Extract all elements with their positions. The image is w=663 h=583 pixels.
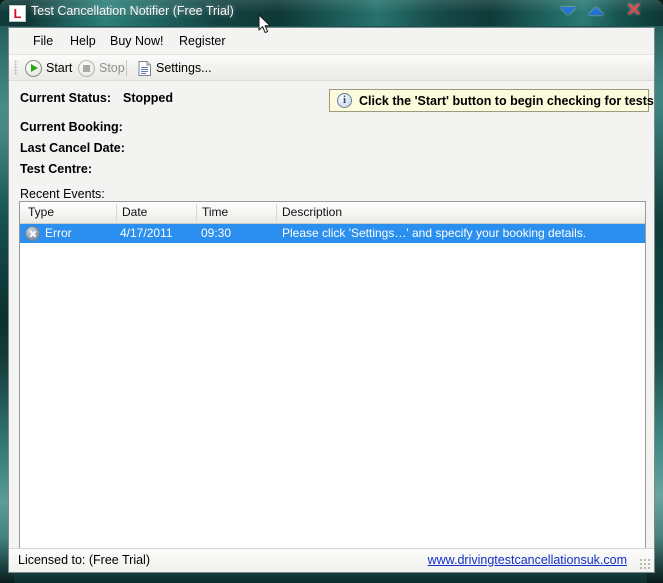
column-header-time[interactable]: Time: [202, 205, 228, 219]
column-divider-2[interactable]: [196, 204, 197, 221]
column-header-description[interactable]: Description: [282, 205, 342, 219]
resize-grip[interactable]: [639, 558, 650, 569]
recent-events-section-label: Recent Events:: [20, 187, 105, 201]
cell-time: 09:30: [201, 226, 232, 240]
client-area: File Help Buy Now! Register Start Stop S…: [8, 27, 655, 573]
maximize-button[interactable]: [581, 0, 611, 21]
status-bar: Licensed to: (Free Trial) www.drivingtes…: [9, 548, 654, 572]
close-x-icon: ✕: [626, 0, 642, 21]
label-test-centre: Test Centre:: [20, 162, 93, 176]
info-banner-text: Click the 'Start' button to begin checki…: [359, 93, 655, 108]
toolbar-grip-handle[interactable]: [14, 60, 18, 75]
application-window: L Test Cancellation Notifier (Free Trial…: [0, 0, 663, 583]
minimize-button[interactable]: [553, 0, 583, 21]
window-title: Test Cancellation Notifier (Free Trial): [31, 4, 234, 18]
stop-button: Stop: [75, 58, 128, 78]
label-last-cancel-date: Last Cancel Date:: [20, 141, 125, 155]
recent-events-list[interactable]: Type Date Time Description Error 4/17/20…: [19, 201, 646, 550]
column-divider-1[interactable]: [116, 204, 117, 221]
error-icon: [25, 226, 40, 241]
list-column-headers: Type Date Time Description: [20, 202, 645, 224]
menu-item-help[interactable]: Help: [66, 33, 100, 49]
table-row[interactable]: Error 4/17/2011 09:30 Please click 'Sett…: [20, 224, 645, 243]
info-banner: i Click the 'Start' button to begin chec…: [329, 89, 654, 112]
stop-button-label: Stop: [99, 61, 125, 75]
menu-item-register[interactable]: Register: [175, 33, 230, 49]
cell-description: Please click 'Settings…' and specify you…: [282, 226, 587, 240]
play-icon: [25, 59, 42, 77]
info-icon: i: [337, 93, 352, 108]
title-bar[interactable]: L Test Cancellation Notifier (Free Trial…: [0, 0, 663, 26]
toolbar-separator: [126, 60, 127, 76]
label-current-status: Current Status:: [20, 91, 111, 105]
menu-bar: File Help Buy Now! Register: [9, 28, 654, 55]
toolbar: Start Stop Settings...: [9, 55, 654, 81]
label-current-booking: Current Booking:: [20, 120, 123, 134]
triangle-down-icon: [560, 6, 576, 15]
triangle-up-icon: [588, 6, 604, 15]
start-button[interactable]: Start: [22, 58, 75, 78]
column-header-date[interactable]: Date: [122, 205, 147, 219]
column-divider-3[interactable]: [276, 204, 277, 221]
column-header-type[interactable]: Type: [28, 205, 54, 219]
app-icon-l-plate: L: [9, 5, 26, 22]
menu-item-buy-now[interactable]: Buy Now!: [106, 33, 168, 49]
license-text: Licensed to: (Free Trial): [18, 553, 150, 567]
document-icon: [138, 60, 152, 76]
cell-date: 4/17/2011: [120, 226, 173, 240]
start-button-label: Start: [46, 61, 73, 75]
value-current-status: Stopped: [123, 91, 173, 105]
settings-button-label: Settings...: [156, 61, 212, 75]
list-rows: Error 4/17/2011 09:30 Please click 'Sett…: [20, 224, 645, 243]
close-button[interactable]: ✕: [618, 0, 650, 21]
cell-type: Error: [45, 226, 72, 240]
settings-button[interactable]: Settings...: [135, 58, 215, 78]
stop-icon: [78, 59, 95, 77]
menu-item-file[interactable]: File: [29, 33, 57, 49]
website-link[interactable]: www.drivingtestcancellationsuk.com: [428, 553, 627, 567]
